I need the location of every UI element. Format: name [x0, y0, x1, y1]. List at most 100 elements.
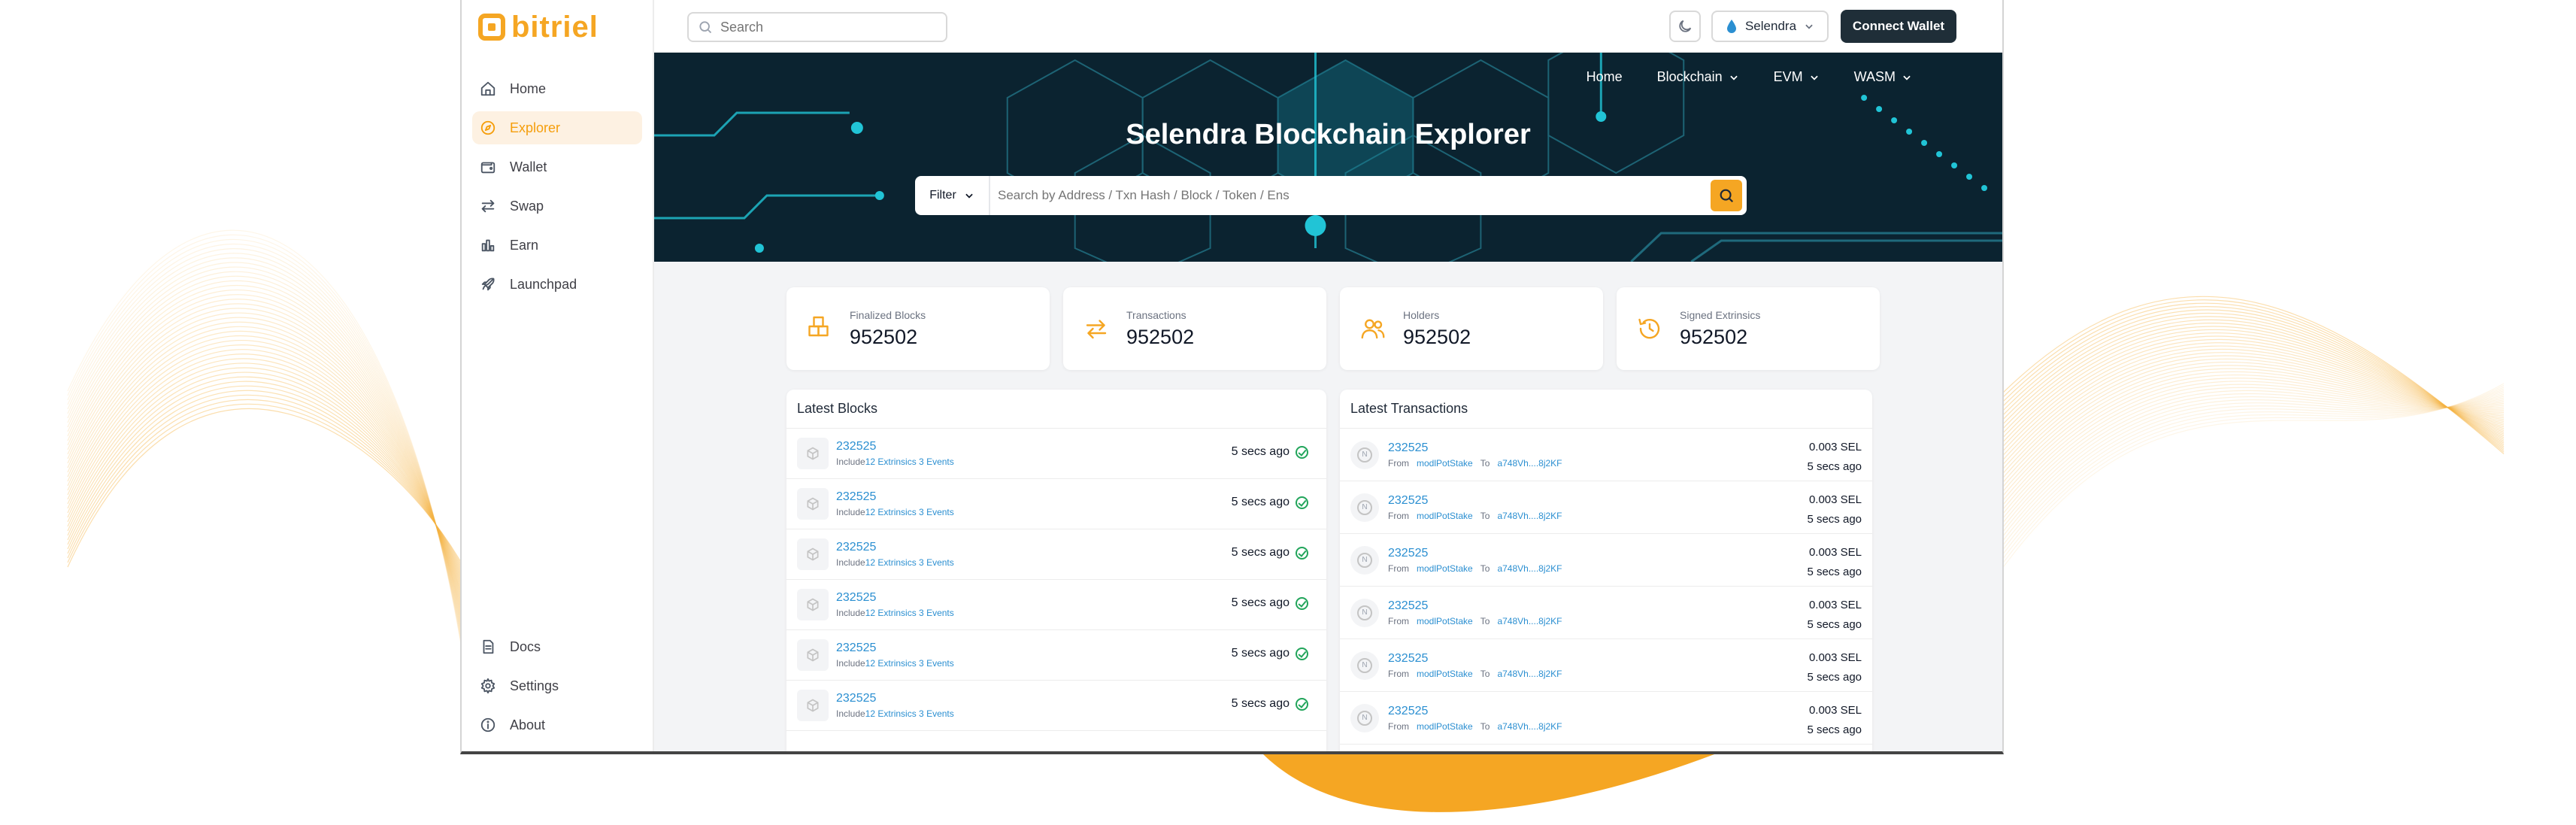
from-label: From [1388, 615, 1409, 626]
transaction-time: 5 secs ago [1807, 723, 1862, 736]
from-address-link[interactable]: modlPotStake [1417, 616, 1473, 626]
stat-card: Signed Extrinsics 952502 [1617, 287, 1880, 370]
stat-label: Holders [1403, 308, 1440, 321]
block-number-link[interactable]: 232525 [836, 440, 954, 453]
stat-value: 952502 [850, 325, 918, 348]
block-time-text: 5 secs ago [1231, 496, 1290, 508]
network-selector[interactable]: Selendra [1711, 11, 1829, 42]
transaction-row: N 232525 From modlPotStake To a748Vh....8j… [1340, 429, 1872, 481]
sidebar-item-earn[interactable]: Earn [472, 229, 642, 262]
filter-dropdown[interactable]: Filter [915, 176, 990, 215]
connect-wallet-button[interactable]: Connect Wallet [1841, 10, 1956, 43]
hero-nav-evm[interactable]: EVM [1774, 69, 1820, 85]
nav-icon-wrap [480, 120, 496, 136]
chevron-down-icon [1810, 75, 1818, 80]
block-time-text: 5 secs ago [1231, 445, 1290, 458]
search-icon [1720, 189, 1734, 203]
app-window: bitriel Home Explorer Wallet Swap Earn Launch… [460, 0, 2004, 754]
cube-icon [797, 538, 829, 570]
nav-icon-wrap [480, 198, 496, 214]
latest-blocks-panel: Latest Blocks 232525 Include12 Extrinsics… [786, 390, 1326, 751]
block-time: 5 secs ago [1232, 496, 1308, 509]
sidebar-item-about[interactable]: About [472, 708, 642, 742]
gear-icon [480, 678, 496, 694]
block-number-link[interactable]: 232525 [836, 541, 954, 554]
check-circle-icon [1296, 697, 1308, 711]
search-input[interactable] [720, 19, 931, 35]
stat-value: 952502 [1403, 325, 1471, 348]
hero-nav-home[interactable]: Home [1587, 69, 1623, 85]
block-detail-link[interactable]: 12 Extrinsics 3 Events [865, 608, 954, 618]
transaction-amount: 0.003 SEL [1808, 546, 1862, 559]
block-summary: Include12 Extrinsics 3 Events [836, 708, 954, 719]
to-address-link[interactable]: a748Vh....8j2KF [1497, 511, 1562, 521]
transaction-hash-link[interactable]: 232525 [1388, 599, 1562, 613]
coin-icon: N [1350, 440, 1379, 469]
stat-icon-wrap [1083, 315, 1110, 342]
block-number-link[interactable]: 232525 [836, 490, 954, 504]
transaction-hash-link[interactable]: 232525 [1388, 441, 1562, 455]
to-address-link[interactable]: a748Vh....8j2KF [1497, 616, 1562, 626]
sidebar-item-settings[interactable]: Settings [472, 669, 642, 702]
to-address-link[interactable]: a748Vh....8j2KF [1497, 721, 1562, 732]
to-address-link[interactable]: a748Vh....8j2KF [1497, 563, 1562, 574]
transaction-route: From modlPotStake To a748Vh....8j2KF [1388, 563, 1562, 574]
compass-icon [480, 120, 496, 135]
transaction-amount: 0.003 SEL [1808, 651, 1862, 664]
to-label: To [1480, 668, 1490, 679]
sidebar-item-swap[interactable]: Swap [472, 190, 642, 223]
transaction-meta: 0.003 SEL 5 secs ago [1807, 543, 1862, 582]
block-detail-link[interactable]: 12 Extrinsics 3 Events [865, 456, 954, 467]
block-detail-link[interactable]: 12 Extrinsics 3 Events [865, 507, 954, 517]
transaction-hash-link[interactable]: 232525 [1388, 494, 1562, 508]
stat-card: Transactions 952502 [1063, 287, 1326, 370]
explorer-search-button[interactable] [1711, 180, 1742, 211]
sidebar-item-home[interactable]: Home [472, 72, 642, 105]
sidebar-item-docs[interactable]: Docs [472, 630, 642, 663]
from-address-link[interactable]: modlPotStake [1417, 721, 1473, 732]
stat-label: Signed Extrinsics [1680, 308, 1761, 321]
block-time: 5 secs ago [1232, 596, 1308, 610]
from-address-link[interactable]: modlPotStake [1417, 563, 1473, 574]
from-address-link[interactable]: modlPotStake [1417, 458, 1473, 469]
stat-card: Holders 952502 [1340, 287, 1603, 370]
search-box[interactable] [687, 12, 947, 42]
transaction-hash-link[interactable]: 232525 [1388, 705, 1562, 718]
block-detail-link[interactable]: 12 Extrinsics 3 Events [865, 557, 954, 568]
from-address-link[interactable]: modlPotStake [1417, 511, 1473, 521]
nav-icon-wrap [480, 638, 496, 655]
check-circle-icon [1296, 496, 1308, 509]
block-row: 232525 Include12 Extrinsics 3 Events 5 sec… [786, 580, 1326, 630]
to-address-link[interactable]: a748Vh....8j2KF [1497, 458, 1562, 469]
block-detail-link[interactable]: 12 Extrinsics 3 Events [865, 708, 954, 719]
wallet-icon [480, 162, 496, 174]
block-include-label: Include [836, 557, 865, 568]
sidebar-item-wallet[interactable]: Wallet [472, 150, 642, 184]
block-detail-link[interactable]: 12 Extrinsics 3 Events [865, 658, 954, 669]
hero-nav-wasm[interactable]: WASM [1854, 69, 1912, 85]
to-address-link[interactable]: a748Vh....8j2KF [1497, 669, 1562, 679]
block-number-link[interactable]: 232525 [836, 692, 954, 705]
transaction-hash-link[interactable]: 232525 [1388, 547, 1562, 560]
doc-icon [483, 639, 494, 654]
block-number-link[interactable]: 232525 [836, 641, 954, 655]
explorer-search-input[interactable] [990, 188, 1711, 203]
coin-icon: N [1350, 493, 1379, 522]
hero-nav-blockchain[interactable]: Blockchain [1657, 69, 1739, 85]
logo[interactable]: bitriel [478, 11, 599, 44]
sidebar-item-launchpad[interactable]: Launchpad [472, 268, 642, 301]
transaction-time: 5 secs ago [1807, 513, 1862, 526]
from-address-link[interactable]: modlPotStake [1417, 669, 1473, 679]
stat-label: Transactions [1126, 308, 1186, 321]
cube-icon [797, 639, 829, 671]
sidebar-item-label: Swap [510, 198, 544, 214]
chevron-down-icon [1805, 24, 1813, 29]
cube-icon [797, 488, 829, 520]
transaction-hash-link[interactable]: 232525 [1388, 652, 1562, 666]
block-number-link[interactable]: 232525 [836, 591, 954, 605]
transaction-amount: 0.003 SEL [1808, 599, 1862, 611]
transaction-row: N 232525 From modlPotStake To a748Vh....8j… [1340, 587, 1872, 639]
nav-icon-wrap [480, 80, 496, 97]
theme-toggle-button[interactable] [1669, 11, 1701, 42]
sidebar-item-explorer[interactable]: Explorer [472, 111, 642, 144]
